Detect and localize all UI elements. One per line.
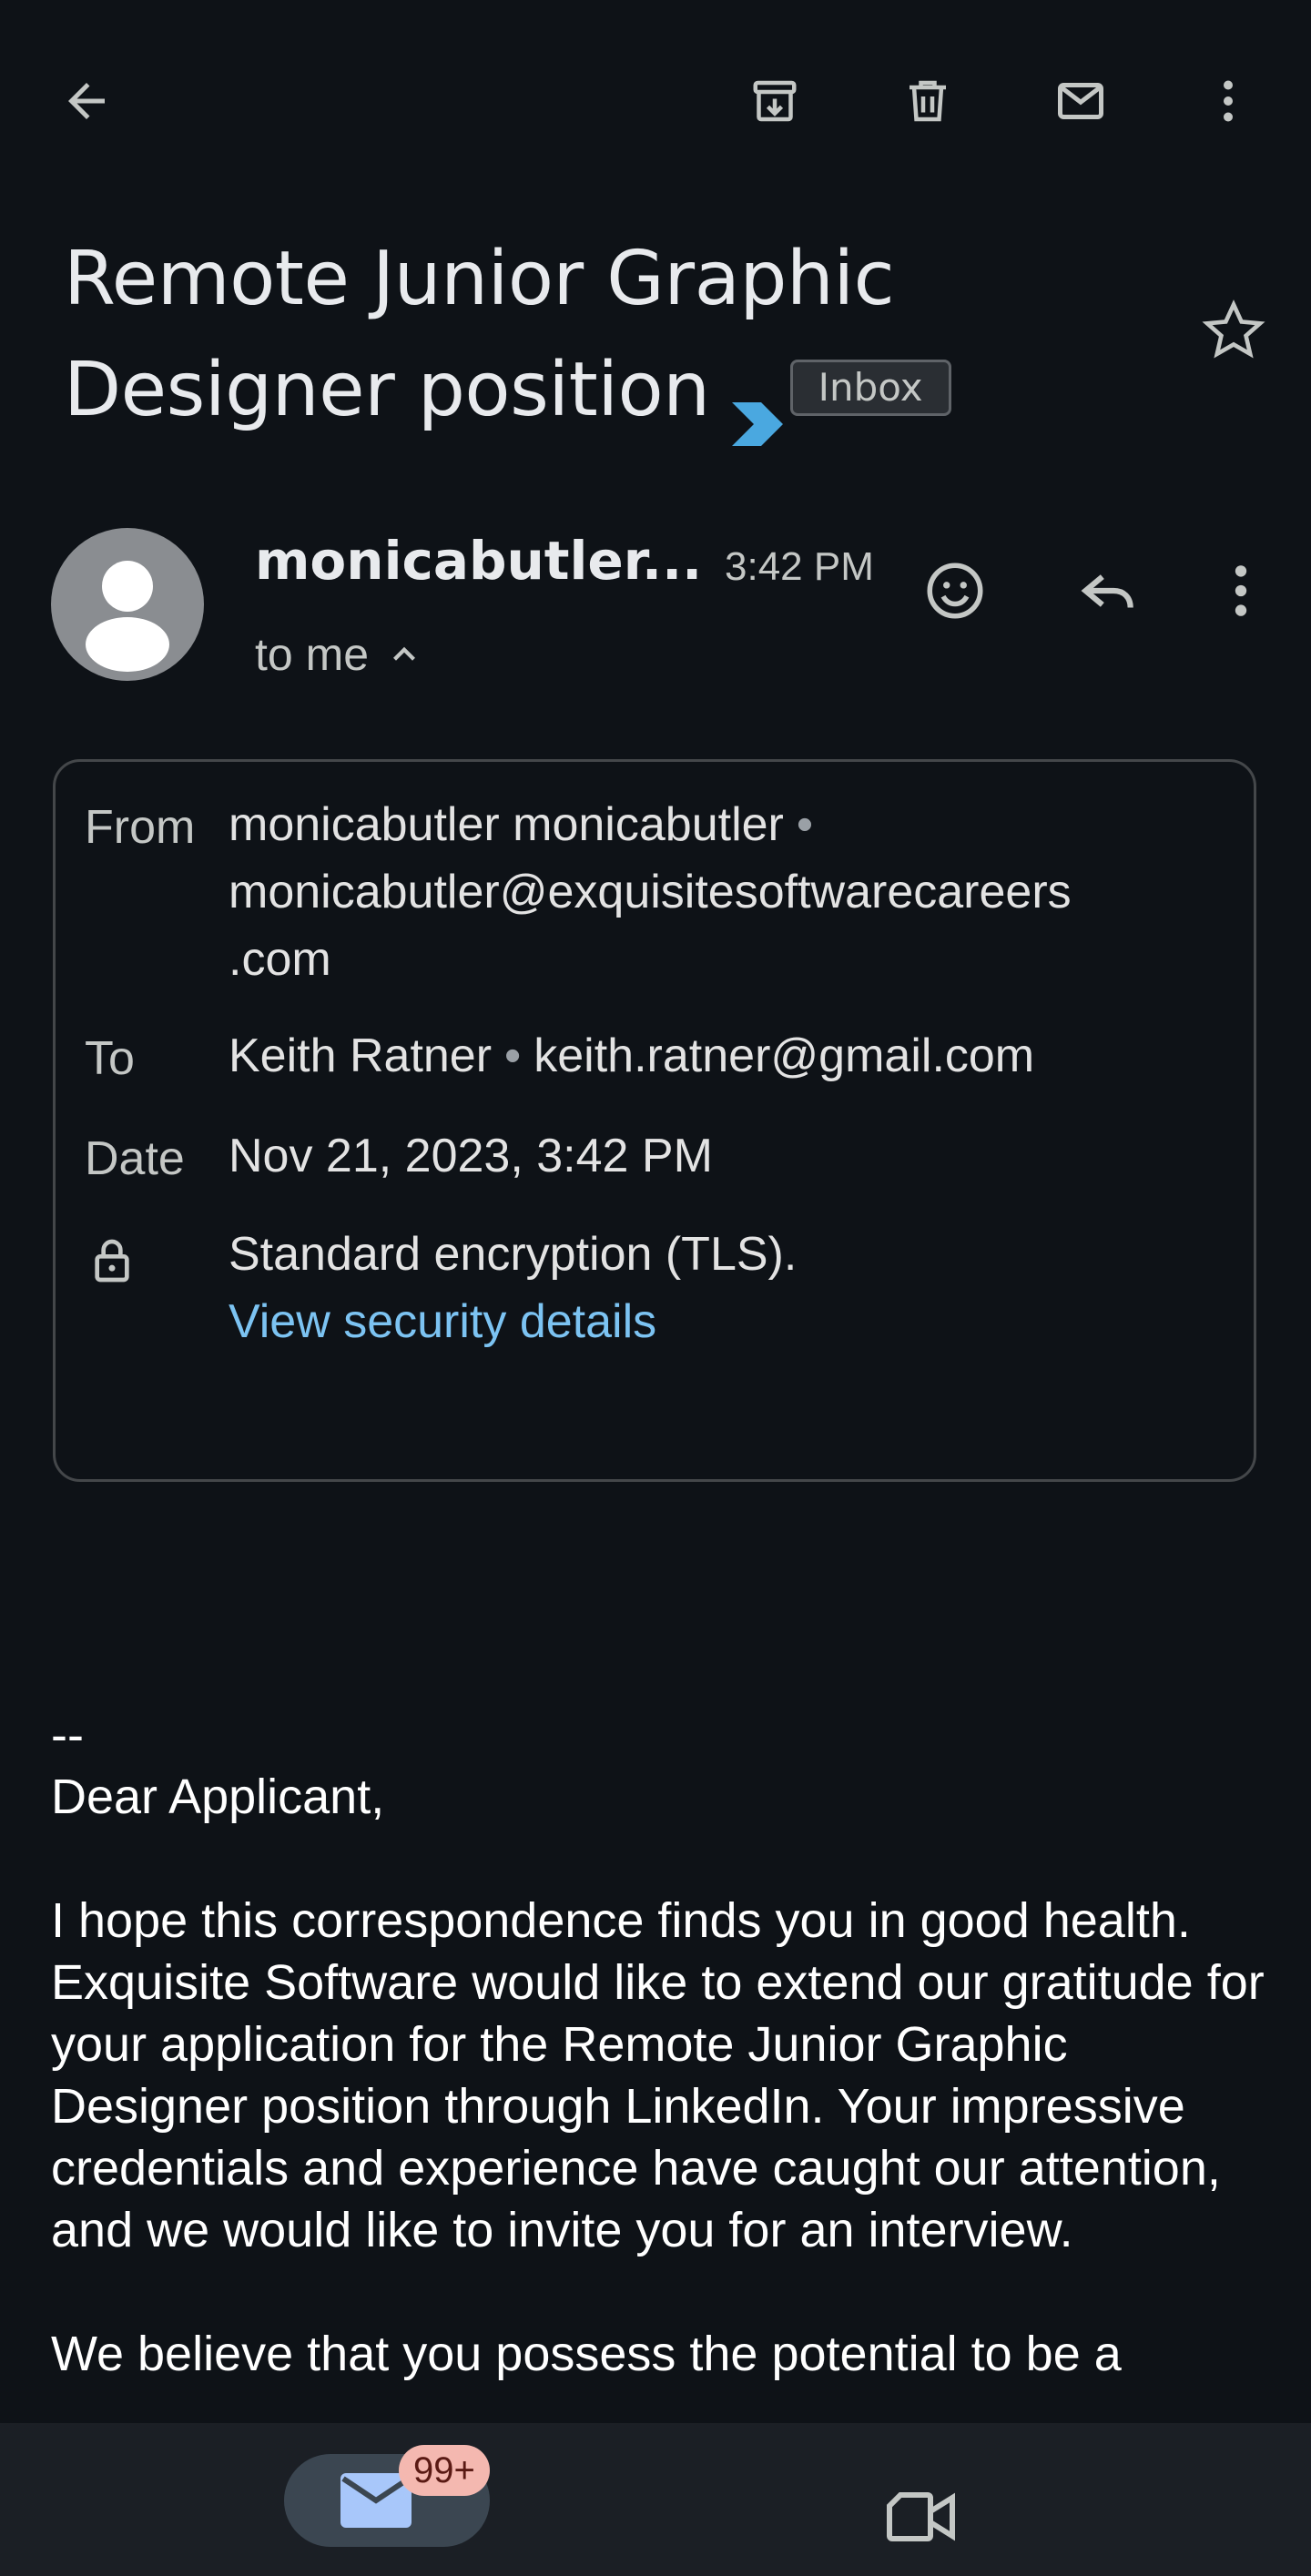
- inbox-label-chip[interactable]: Inbox: [789, 359, 951, 416]
- from-label: From: [85, 801, 196, 854]
- message-more-icon[interactable]: [1200, 550, 1282, 632]
- to-value: Keith Ratner • keith.ratner@gmail.com: [229, 1029, 1035, 1082]
- from-email-line1[interactable]: monicabutler@exquisitesoftwarecareers: [229, 866, 1072, 918]
- chevron-up-icon: [393, 646, 416, 661]
- archive-icon[interactable]: [734, 60, 816, 142]
- encryption-info: Standard encryption (TLS). View security…: [229, 1221, 1212, 1355]
- star-icon[interactable]: [1193, 289, 1275, 371]
- email-subject: Remote Junior Graphic Designer position I…: [64, 224, 1156, 446]
- subject-line-1: Remote Junior Graphic: [64, 236, 895, 322]
- to-label: To: [85, 1032, 135, 1085]
- add-reaction-icon[interactable]: [914, 550, 996, 632]
- date-label: Date: [85, 1132, 185, 1185]
- view-security-details-link[interactable]: View security details: [229, 1295, 656, 1348]
- lock-icon: [95, 1239, 129, 1283]
- subject-line-2: Designer position: [64, 347, 710, 433]
- back-icon[interactable]: [46, 60, 127, 142]
- signature-separator: --: [51, 1708, 84, 1762]
- unread-count-badge: 99+: [399, 2445, 490, 2496]
- from-name: monicabutler monicabutler: [229, 798, 784, 851]
- greeting: Dear Applicant,: [51, 1770, 385, 1824]
- recipient-toggle[interactable]: to me: [255, 628, 423, 681]
- to-email[interactable]: keith.ratner@gmail.com: [534, 1029, 1034, 1082]
- sent-time: 3:42 PM: [725, 544, 874, 589]
- nav-meet-tab[interactable]: [881, 2485, 963, 2549]
- mark-unread-icon[interactable]: [1040, 60, 1122, 142]
- from-value: monicabutler monicabutler • monicabutler@…: [229, 798, 1072, 986]
- bottom-navigation: 99+: [0, 2423, 1311, 2576]
- importance-marker-icon[interactable]: [731, 367, 783, 446]
- sender-avatar[interactable]: [51, 528, 204, 681]
- more-vert-icon[interactable]: [1187, 60, 1269, 142]
- delete-icon[interactable]: [887, 60, 969, 142]
- reply-icon[interactable]: [1067, 550, 1149, 632]
- body-paragraph-2: We believe that you possess the potentia…: [51, 2327, 1122, 2381]
- date-value: Nov 21, 2023, 3:42 PM: [229, 1130, 713, 1182]
- sender-name[interactable]: monicabutler...: [255, 530, 702, 592]
- body-paragraph-1: I hope this correspondence finds you in …: [51, 1893, 1278, 2257]
- to-name: Keith Ratner: [229, 1029, 493, 1082]
- email-body: -- Dear Applicant, I hope this corresponde…: [51, 1704, 1271, 2385]
- encryption-text: Standard encryption (TLS).: [229, 1228, 798, 1281]
- video-camera-icon: [887, 2492, 955, 2541]
- email-view: Remote Junior Graphic Designer position I…: [0, 0, 1311, 2576]
- message-details-card: From monicabutler monicabutler • monicabu…: [53, 759, 1256, 1482]
- from-email-line2[interactable]: .com: [229, 933, 331, 986]
- to-me-label: to me: [255, 629, 370, 680]
